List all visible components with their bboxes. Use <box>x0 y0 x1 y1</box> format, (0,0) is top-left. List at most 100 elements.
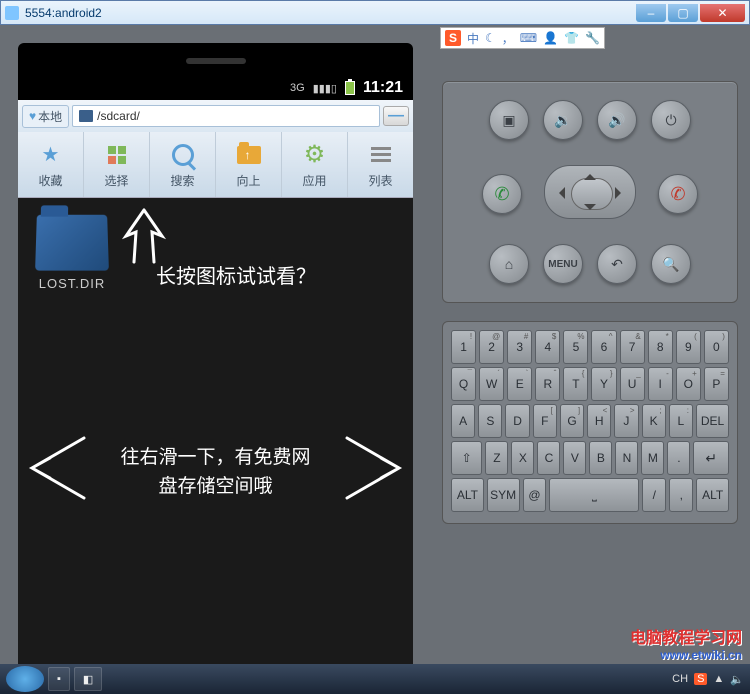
key-r[interactable]: Rˆ <box>535 367 560 401</box>
key-8[interactable]: 8* <box>648 330 673 364</box>
key-alt[interactable]: ALT <box>696 478 729 512</box>
key-c[interactable]: C <box>537 441 560 475</box>
key-j[interactable]: J> <box>614 404 638 438</box>
key-2[interactable]: 2@ <box>479 330 504 364</box>
phone-icon: ✆ <box>494 184 509 205</box>
search-icon: 🔍 <box>662 256 679 273</box>
key-e[interactable]: E` <box>507 367 532 401</box>
keyboard-icon[interactable]: ⌨ <box>520 31 537 45</box>
toolbar-search-button[interactable]: 搜索 <box>150 132 216 197</box>
home-button[interactable]: ⌂ <box>489 244 529 284</box>
tray-lang[interactable]: CH <box>672 673 688 685</box>
key-,[interactable]: , <box>669 478 693 512</box>
key-b[interactable]: B <box>589 441 612 475</box>
tray-sogou-icon[interactable]: S <box>694 673 707 685</box>
key-9[interactable]: 9( <box>676 330 701 364</box>
toolbar-up-button[interactable]: ↑ 向上 <box>216 132 282 197</box>
path-input[interactable]: /sdcard/ <box>72 105 380 127</box>
key-u[interactable]: U_ <box>620 367 645 401</box>
volume-down-button[interactable]: 🔉 <box>543 100 583 140</box>
location-home-button[interactable]: ♥ 本地 <box>22 105 69 128</box>
person-icon[interactable]: 👤 <box>543 31 558 45</box>
key-s[interactable]: S <box>478 404 502 438</box>
call-button[interactable]: ✆ <box>482 174 522 214</box>
volume-up-button[interactable]: 🔊 <box>597 100 637 140</box>
toolbar-fav-button[interactable]: ★ 收藏 <box>18 132 84 197</box>
phone-frame: 3G ▮▮▮▯ 11:21 ♥ 本地 /sdcard/ — ★ <box>18 43 413 673</box>
ime-brand-icon[interactable]: S <box>445 30 461 46</box>
key-l[interactable]: L: <box>669 404 693 438</box>
window-minimize-button[interactable]: – <box>636 4 666 22</box>
key-/[interactable]: / <box>642 478 666 512</box>
windows-taskbar[interactable]: ▪ ◧ CH S ▲ 🔈 <box>0 664 750 694</box>
key-g[interactable]: G] <box>560 404 584 438</box>
key-m[interactable]: M <box>641 441 664 475</box>
key-7[interactable]: 7& <box>620 330 645 364</box>
key-i[interactable]: I- <box>648 367 673 401</box>
file-content-area[interactable]: LOST.DIR 长按图标试试看？ 往右滑一下，有免费网 盘存储空间哦 <box>18 198 413 670</box>
key-.[interactable]: . <box>667 441 690 475</box>
key-0[interactable]: 0) <box>704 330 729 364</box>
key-5[interactable]: 5% <box>563 330 588 364</box>
key-3[interactable]: 3# <box>507 330 532 364</box>
ime-lang[interactable]: 中 <box>467 30 479 47</box>
key-d[interactable]: D <box>505 404 529 438</box>
wrench-icon[interactable]: 🔧 <box>585 31 600 45</box>
key-f[interactable]: F[ <box>533 404 557 438</box>
taskbar-item-app[interactable]: ◧ <box>74 667 102 691</box>
key-alt[interactable]: ALT <box>451 478 484 512</box>
key-z[interactable]: Z <box>485 441 508 475</box>
key-@[interactable]: @ <box>523 478 547 512</box>
key-h[interactable]: H< <box>587 404 611 438</box>
toolbar-list-button[interactable]: 列表 <box>348 132 413 197</box>
dpad-down[interactable] <box>584 204 596 216</box>
moon-icon[interactable]: ☾ <box>485 31 496 45</box>
key-sym[interactable]: SYM <box>487 478 520 512</box>
key-↵[interactable]: ↵ <box>693 441 729 475</box>
key-a[interactable]: A <box>451 404 475 438</box>
key-p[interactable]: P= <box>704 367 729 401</box>
dpad-up[interactable] <box>584 168 596 180</box>
folder-item-lostdir[interactable]: LOST.DIR <box>36 214 108 291</box>
key-v[interactable]: V <box>563 441 586 475</box>
camera-icon: ▣ <box>502 112 515 129</box>
key-6[interactable]: 6^ <box>591 330 616 364</box>
camera-button[interactable]: ▣ <box>489 100 529 140</box>
key-y[interactable]: Y} <box>591 367 616 401</box>
key-q[interactable]: Q¯ <box>451 367 476 401</box>
phone-speaker <box>186 58 246 64</box>
system-tray[interactable]: CH S ▲ 🔈 <box>672 673 744 686</box>
ime-toolbar[interactable]: S 中 ☾ ， ⌨ 👤 👕 🔧 <box>440 27 605 49</box>
window-maximize-button[interactable]: ▢ <box>668 4 698 22</box>
key-⇧[interactable]: ⇧ <box>451 441 482 475</box>
dpad-left[interactable] <box>553 187 565 199</box>
key-4[interactable]: 4$ <box>535 330 560 364</box>
punct-icon[interactable]: ， <box>502 30 514 47</box>
key-w[interactable]: W´ <box>479 367 504 401</box>
back-button[interactable]: ↶ <box>597 244 637 284</box>
toolbar-select-button[interactable]: 选择 <box>84 132 150 197</box>
taskbar-item-cmd[interactable]: ▪ <box>48 667 70 691</box>
dpad-center[interactable] <box>544 165 636 219</box>
addr-collapse-button[interactable]: — <box>383 106 409 126</box>
shirt-icon[interactable]: 👕 <box>564 31 579 45</box>
end-call-button[interactable]: ✆ <box>658 174 698 214</box>
dpad-right[interactable] <box>615 187 627 199</box>
window-close-button[interactable]: ✕ <box>700 4 745 22</box>
key-1[interactable]: 1! <box>451 330 476 364</box>
key-x[interactable]: X <box>511 441 534 475</box>
start-button[interactable] <box>6 666 44 692</box>
key-k[interactable]: K; <box>642 404 666 438</box>
hw-search-button[interactable]: 🔍 <box>651 244 691 284</box>
tray-network-icon[interactable]: 🔈 <box>730 673 744 686</box>
key-n[interactable]: N <box>615 441 638 475</box>
key-⎵[interactable]: ⎵ <box>549 478 639 512</box>
menu-button[interactable]: MENU <box>543 244 583 284</box>
key-del[interactable]: DEL <box>696 404 729 438</box>
tray-flag-icon[interactable]: ▲ <box>713 673 724 685</box>
power-button[interactable]: ⏻ <box>651 100 691 140</box>
key-t[interactable]: T{ <box>563 367 588 401</box>
toolbar-apps-button[interactable]: ⚙ 应用 <box>282 132 348 197</box>
key-o[interactable]: O+ <box>676 367 701 401</box>
hardware-buttons-panel: ▣ 🔉 🔊 ⏻ ✆ ✆ ⌂ MENU ↶ 🔍 <box>442 81 738 303</box>
